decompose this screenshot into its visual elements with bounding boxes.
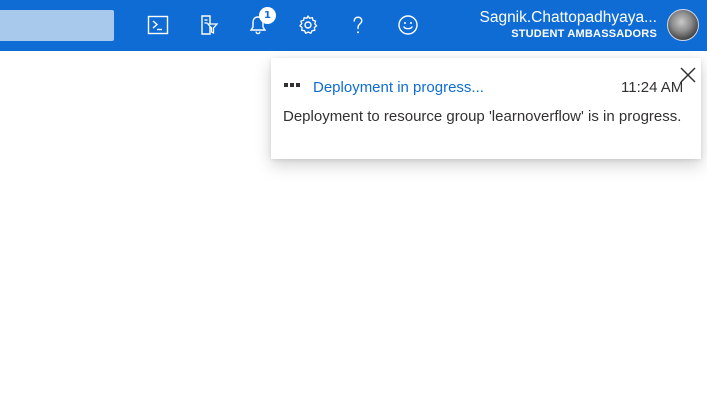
account-tenant: STUDENT AMBASSADORS xyxy=(511,28,657,40)
notification-time: 11:24 AM xyxy=(621,79,684,96)
top-bar: 1 Sagnik.Chattopadhyaya... STUDENT AMBAS… xyxy=(0,0,707,51)
avatar[interactable] xyxy=(667,9,699,41)
account-menu[interactable]: Sagnik.Chattopadhyaya... STUDENT AMBASSA… xyxy=(479,8,657,41)
notification-message: Deployment to resource group 'learnoverf… xyxy=(283,108,682,125)
search-input[interactable] xyxy=(0,10,114,41)
in-progress-icon xyxy=(284,83,300,87)
feedback-icon[interactable] xyxy=(393,10,423,40)
account-user-name: Sagnik.Chattopadhyaya... xyxy=(479,9,657,26)
notification-count-badge: 1 xyxy=(259,7,276,24)
help-icon[interactable] xyxy=(343,10,373,40)
directory-filter-icon[interactable] xyxy=(193,10,223,40)
cloud-shell-icon[interactable] xyxy=(143,10,173,40)
settings-icon[interactable] xyxy=(293,10,323,40)
notification-title[interactable]: Deployment in progress... xyxy=(313,79,484,96)
close-icon[interactable] xyxy=(679,66,697,84)
notifications-icon[interactable]: 1 xyxy=(243,7,276,40)
notification-toast: Deployment in progress... 11:24 AM Deplo… xyxy=(271,58,701,159)
